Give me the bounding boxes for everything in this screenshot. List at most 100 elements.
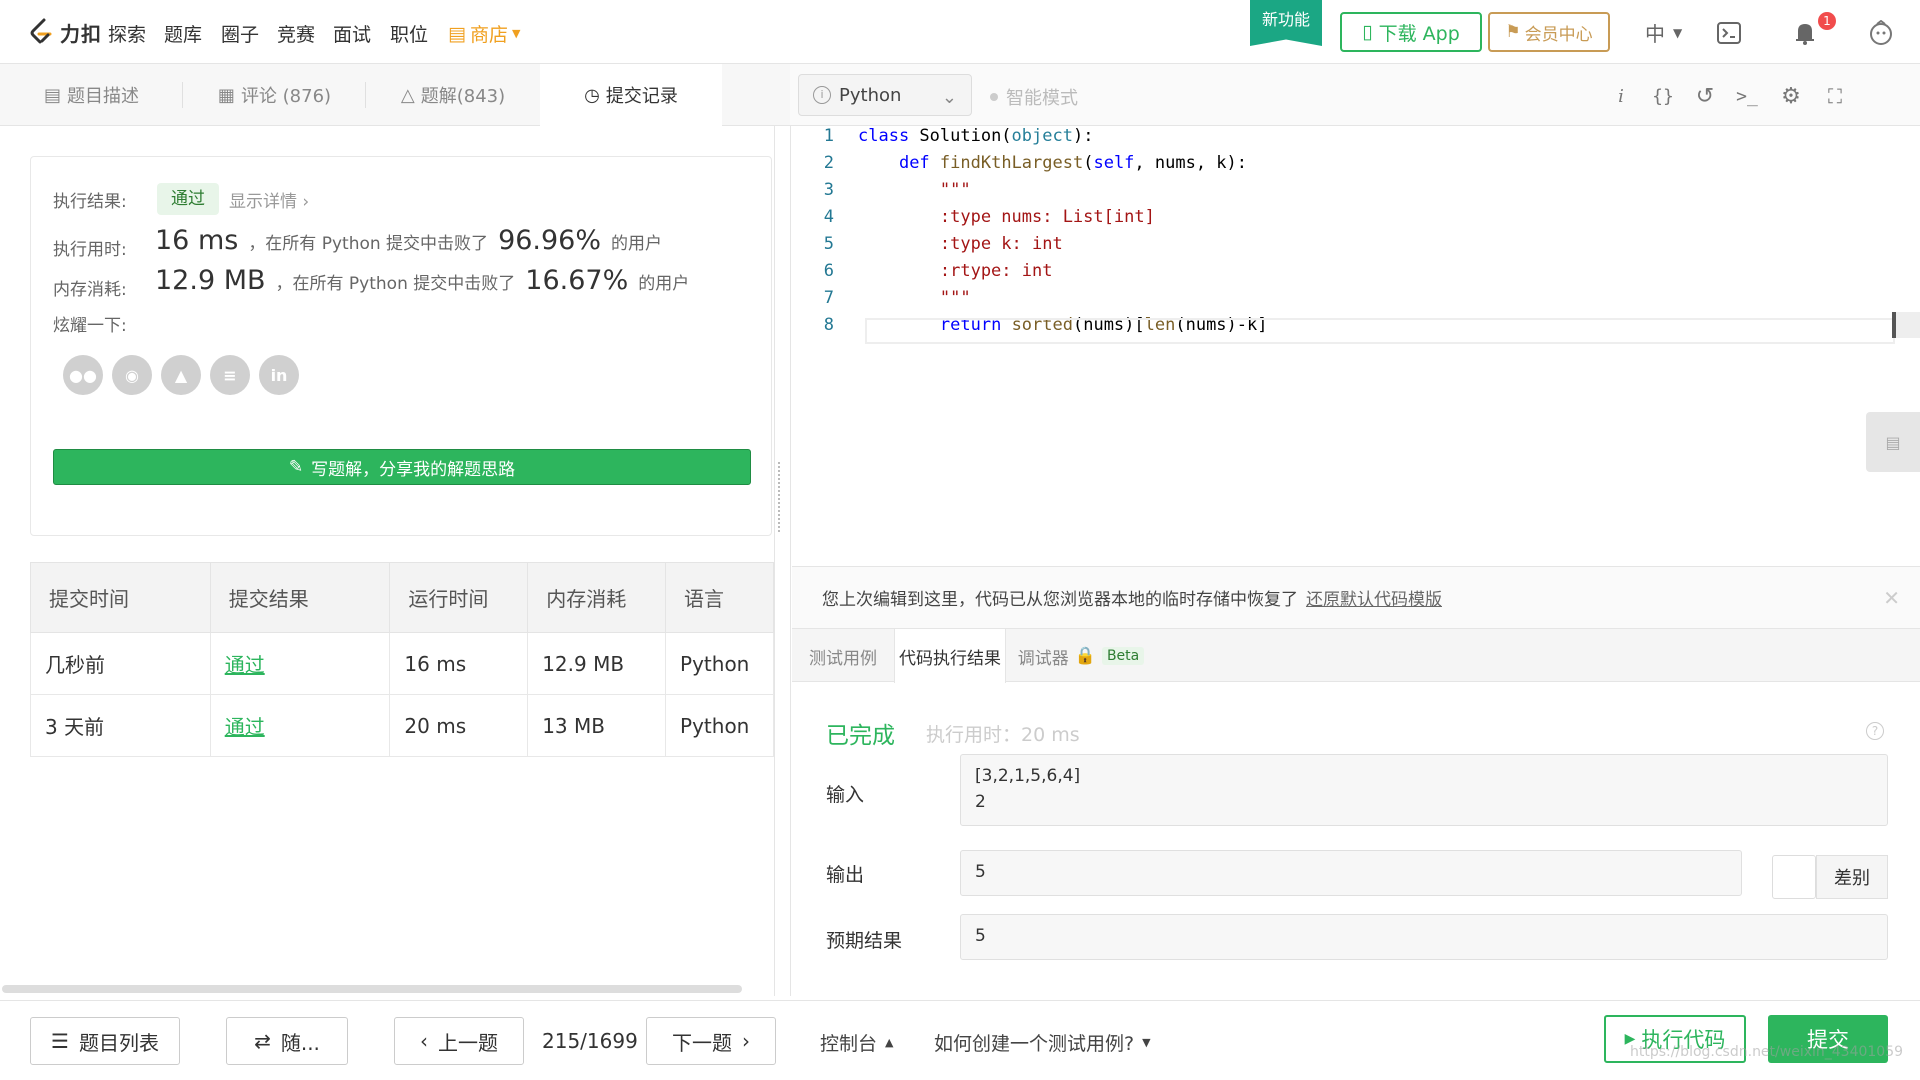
input-value: [3,2,1,5,6,4] 2 [960,754,1888,826]
status-badge: 通过 [157,183,219,215]
top-navbar: 力扣 探索 题库 圈子 竞赛 面试 职位 ▤ 商店 ▼ 新功能 ▯ 下载 App… [0,0,1920,64]
problem-tabs: ▤ 题目描述 ▦ 评论 (876) △ 题解(843) ◷ 提交记录 [0,64,790,126]
submissions-table: 提交时间 提交结果 运行时间 内存消耗 语言 几秒前 通过 16 ms 12.9… [30,562,774,757]
write-solution-label: 写题解，分享我的解题思路 [311,459,516,480]
settings-icon[interactable]: ⚙ [1776,82,1806,110]
caret-down-icon: ▼ [1673,25,1683,40]
vip-label: 会员中心 [1524,24,1593,45]
douban-icon[interactable]: ≡ [210,355,250,395]
nav-interview[interactable]: 面试 [333,20,371,47]
memory-row: 12.9 MB ，在所有 Python 提交中击败了 16.67% 的用户 [155,265,689,296]
next-problem-button[interactable]: 下一题 › [646,1017,776,1065]
tab-description-label: 题目描述 [67,86,139,107]
help-icon[interactable]: ? [1866,722,1884,740]
output-value: 5 [960,850,1742,896]
console-label: 控制台 [820,1033,878,1055]
playground-icon[interactable] [1714,18,1744,48]
nav-explore[interactable]: 探索 [108,20,146,47]
vip-center-button[interactable]: ⚑ 会员中心 [1488,12,1610,52]
nav-circle[interactable]: 圈子 [221,20,259,47]
info-italic-icon[interactable]: i [1606,82,1636,110]
close-icon[interactable]: ✕ [1883,586,1900,610]
language-cell: Python [665,632,774,695]
show-details-label: 显示详情 [229,192,297,212]
runtime-row: 16 ms ，在所有 Python 提交中击败了 96.96% 的用户 [155,225,662,256]
problem-list-button[interactable]: ☰ 题目列表 [30,1017,180,1065]
wechat-icon[interactable]: ●● [63,355,103,395]
new-feature-ribbon[interactable]: 新功能 [1250,0,1322,46]
horizontal-scrollbar[interactable] [2,985,742,993]
restore-default-link[interactable]: 还原默认代码模版 [1306,585,1442,610]
nav-problems[interactable]: 题库 [164,20,202,47]
code-line: 4 :type nums: List[int] [823,207,1155,227]
language-select-value: Python [839,84,902,106]
reset-icon[interactable]: ↺ [1690,82,1720,110]
panel-resize-handle[interactable] [778,462,782,532]
braces-icon[interactable]: {} [1648,82,1678,110]
tab-submissions-label: 提交记录 [605,86,678,107]
nav-jobs[interactable]: 职位 [390,20,428,47]
diff-toggle[interactable] [1772,855,1816,899]
table-header-row: 提交时间 提交结果 运行时间 内存消耗 语言 [30,562,774,633]
output-label: 输出 [826,864,865,886]
chevron-left-icon: ‹ [420,1029,428,1053]
write-solution-button[interactable]: ✎ 写题解，分享我的解题思路 [53,449,751,485]
code-editor[interactable]: 1 class Solution(object): 2 def findKthL… [792,126,1920,566]
language-switcher[interactable]: 中 ▼ [1645,18,1682,47]
description-icon: ▤ [43,84,61,106]
run-status: 已完成 [826,723,895,749]
nav-store[interactable]: ▤ 商店 ▼ [448,20,520,47]
fullscreen-icon[interactable]: ⛶ [1820,82,1850,110]
runtime-value: 16 ms [155,225,239,256]
console-toggle[interactable]: 控制台 ▲ [820,1029,893,1056]
terminal-icon[interactable]: >_ [1732,82,1762,110]
table-row[interactable]: 3 天前 通过 20 ms 13 MB Python [30,694,774,757]
language-label: 中 [1645,22,1665,46]
language-select[interactable]: i Python ⌄ [798,74,972,116]
expected-label: 预期结果 [826,930,903,952]
code-line: 7 """ [823,288,971,308]
table-row[interactable]: 几秒前 通过 16 ms 12.9 MB Python [30,632,774,695]
nav-contest[interactable]: 竞赛 [277,20,315,47]
caret-down-icon: ▼ [1142,1036,1151,1049]
leetcode-logo-icon [30,18,52,44]
linkedin-icon[interactable]: in [259,355,299,395]
chevron-right-icon: › [742,1029,750,1053]
tab-run-result[interactable]: 代码执行结果 [894,629,1006,683]
runtime-text: ，在所有 Python 提交中击败了 [248,234,489,254]
console-tabs: 测试用例 代码执行结果 调试器 🔒 Beta [792,628,1920,683]
tab-solutions[interactable]: △ 题解(843) [366,64,540,126]
submit-result-link[interactable]: 通过 [209,632,391,695]
code-line: 5 :type k: int [823,234,1063,254]
tab-testcase[interactable]: 测试用例 [792,629,894,683]
input-label: 输入 [826,784,865,806]
beta-badge: Beta [1101,647,1145,665]
memory-value: 12.9 MB [155,265,266,296]
prev-problem-button[interactable]: ‹ 上一题 [394,1017,524,1065]
code-line: 3 """ [823,180,971,200]
problem-pager: 215/1699 [542,1029,638,1053]
qq-icon[interactable]: ▲ [161,355,201,395]
download-app-button[interactable]: ▯ 下载 App [1340,12,1482,52]
weibo-icon[interactable]: ◉ [112,355,152,395]
tab-debugger[interactable]: 调试器 🔒 Beta [1006,629,1156,683]
bell-icon[interactable] [1790,18,1820,48]
tab-solutions-label: 题解(843) [420,86,506,107]
restore-message: 您上次编辑到这里，代码已从您浏览器本地的临时存储中恢复了 [822,590,1298,610]
result-label: 执行结果: [53,192,127,212]
run-time: 执行用时：20 ms [926,724,1080,746]
random-button[interactable]: ⇄ 随... [226,1017,348,1065]
current-line-highlight [865,318,1895,344]
tab-debugger-label: 调试器 [1017,648,1069,669]
show-details-link[interactable]: 显示详情 › [229,187,309,212]
howto-testcase-dropdown[interactable]: 如何创建一个测试用例? ▼ [934,1029,1151,1056]
side-panel-toggle-icon[interactable]: ▤ [1866,412,1920,472]
tab-description[interactable]: ▤ 题目描述 [0,64,183,126]
submit-result-link[interactable]: 通过 [209,694,391,757]
tab-comments[interactable]: ▦ 评论 (876) [183,64,366,126]
store-label: 商店 [469,24,508,46]
avatar[interactable] [1866,18,1896,48]
tab-submissions[interactable]: ◷ 提交记录 [540,64,722,126]
smart-mode-toggle[interactable]: 智能模式 [990,84,1078,110]
tab-comments-label: 评论 (876) [240,86,332,107]
